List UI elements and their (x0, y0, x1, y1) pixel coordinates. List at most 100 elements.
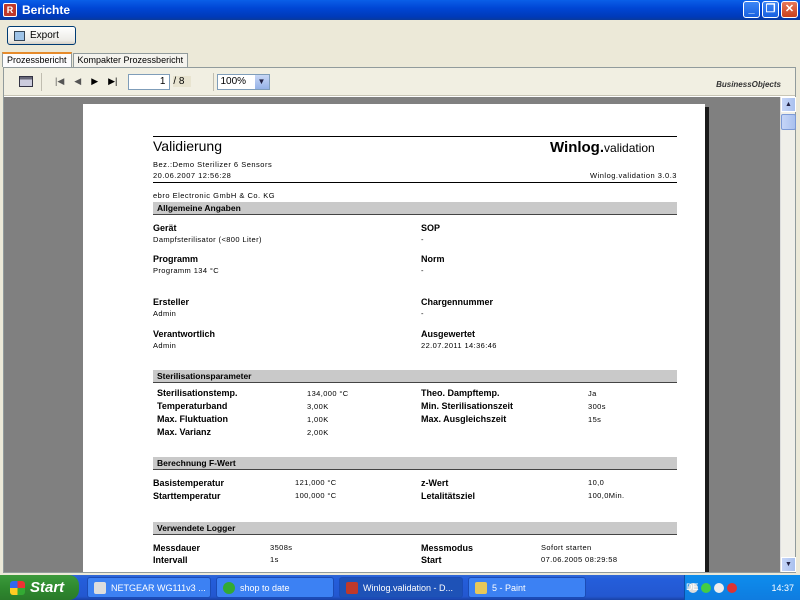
label-intervall: Intervall (153, 555, 188, 565)
report-version: Winlog.validation 3.0.3 (590, 171, 677, 180)
print-icon[interactable] (19, 76, 33, 87)
report-canvas[interactable]: Validierung Winlog.validation Bez.:Demo … (4, 97, 780, 572)
label-sop: SOP (421, 223, 441, 233)
scroll-down-icon[interactable]: ▼ (781, 557, 796, 572)
taskbar: Start NETGEAR WG111v3 ... shop to date W… (0, 575, 800, 600)
businessobjects-logo: BusinessObjects (716, 80, 781, 89)
first-page-icon[interactable]: |◀ (55, 76, 64, 87)
value-messdauer: 3508s (270, 543, 293, 552)
value-sterilisationstemp: 134,000 °C (307, 389, 349, 398)
taskbar-item-paint[interactable]: 5 - Paint (468, 577, 586, 598)
chevron-down-icon[interactable]: ▼ (254, 74, 269, 89)
value-norm: - (421, 266, 424, 275)
label-max-varianz: Max. Varianz (157, 427, 212, 437)
label-max-fluktuation: Max. Fluktuation (157, 414, 229, 424)
label-chargennummer: Chargennummer (421, 297, 494, 307)
value-chargennummer: - (421, 309, 424, 318)
label-geraet: Gerät (153, 223, 177, 233)
minimize-button[interactable]: _ (743, 1, 760, 18)
next-page-icon[interactable]: ▶ (91, 76, 98, 87)
report-page: Validierung Winlog.validation Bez.:Demo … (83, 104, 705, 572)
report-tabs: Prozessbericht Kompakter Prozessbericht (2, 52, 189, 67)
value-max-ausgleichszeit: 15s (588, 415, 602, 424)
system-tray: 14:37 (684, 575, 800, 600)
label-letalitaetsziel: Letalitätsziel (421, 491, 476, 501)
divider (153, 182, 677, 183)
section-sterilization: Sterilisationsparameter (153, 370, 677, 383)
export-label: Export (30, 30, 59, 41)
last-page-icon[interactable]: ▶| (108, 76, 117, 87)
task-label: NETGEAR WG111v3 ... (111, 582, 206, 593)
value-min-sterilisationszeit: 300s (588, 402, 606, 411)
export-button[interactable]: Export (7, 26, 76, 45)
label-messmodus: Messmodus (421, 543, 474, 553)
tab-kompakter-prozessbericht[interactable]: Kompakter Prozessbericht (72, 53, 189, 67)
value-ersteller: Admin (153, 309, 177, 318)
paint-icon (475, 581, 487, 594)
scroll-up-icon[interactable]: ▲ (781, 97, 796, 112)
task-label: shop to date (240, 582, 290, 593)
label-start: Start (421, 555, 442, 565)
viewer-toolbar: |◀ ◀ ▶ ▶| 1 / 8 100% ▼ BusinessObjects (4, 68, 795, 96)
speaker-icon[interactable] (714, 582, 724, 593)
label-programm: Programm (153, 254, 199, 264)
network-status-icon[interactable] (701, 582, 711, 593)
network-icon (94, 581, 106, 594)
taskbar-item-shop[interactable]: shop to date (216, 577, 334, 598)
label-ersteller: Ersteller (153, 297, 190, 307)
task-label: 5 - Paint (492, 582, 526, 593)
taskbar-item-winlog[interactable]: Winlog.validation - D... (339, 577, 463, 598)
divider (153, 136, 677, 137)
start-button[interactable]: Start (0, 575, 79, 600)
vertical-scrollbar[interactable]: ▲ ▼ (780, 97, 796, 572)
windows-flag-icon (10, 580, 25, 595)
security-icon[interactable] (727, 582, 737, 593)
maximize-button[interactable]: ❐ (762, 1, 779, 18)
value-ausgewertet: 22.07.2011 14:36:46 (421, 341, 497, 350)
report-datetime: 20.06.2007 12:56:28 (153, 171, 232, 180)
close-button[interactable]: ✕ (781, 1, 798, 18)
report-viewer: |◀ ◀ ▶ ▶| 1 / 8 100% ▼ BusinessObjects V… (3, 67, 796, 573)
value-start: 07.06.2005 08:29:58 (541, 555, 618, 564)
brand-logo: Winlog.validation (550, 139, 655, 156)
value-max-varianz: 2,00K (307, 428, 329, 437)
company-name: ebro Electronic GmbH & Co. KG (153, 191, 276, 200)
start-label: Start (30, 579, 65, 596)
value-verantwortlich: Admin (153, 341, 177, 350)
title-bar: R Berichte _ ❐ ✕ (0, 0, 800, 20)
page-total: / 8 (173, 76, 191, 87)
report-icon: R (3, 3, 17, 17)
value-max-fluktuation: 1,00K (307, 415, 329, 424)
task-label: Winlog.validation - D... (363, 582, 454, 593)
report-title: Validierung (153, 138, 223, 154)
label-verantwortlich: Verantwortlich (153, 329, 216, 339)
report-icon (346, 581, 358, 594)
zoom-value: 100% (220, 76, 247, 87)
label-temperaturband: Temperaturband (157, 401, 228, 411)
label-norm: Norm (421, 254, 445, 264)
value-messmodus: Sofort starten (541, 543, 592, 552)
taskbar-item-netgear[interactable]: NETGEAR WG111v3 ... (87, 577, 211, 598)
value-starttemperatur: 100,000 °C (295, 491, 337, 500)
label-starttemperatur: Starttemperatur (153, 491, 221, 501)
section-fvalue: Berechnung F-Wert (153, 457, 677, 470)
language-indicator[interactable]: DE (686, 582, 699, 592)
scroll-thumb[interactable] (781, 114, 796, 130)
label-sterilisationstemp: Sterilisationstemp. (157, 388, 238, 398)
tab-prozessbericht[interactable]: Prozessbericht (2, 52, 72, 67)
shop-icon (223, 581, 235, 594)
page-number-input[interactable]: 1 (128, 73, 171, 90)
label-z-wert: z-Wert (421, 478, 449, 488)
value-sop: - (421, 235, 424, 244)
label-basistemperatur: Basistemperatur (153, 478, 225, 488)
value-programm: Programm 134 °C (153, 266, 220, 275)
report-subtitle: Bez.:Demo Sterilizer 6 Sensors (153, 160, 273, 169)
section-general: Allgemeine Angaben (153, 202, 677, 215)
section-logger: Verwendete Logger (153, 522, 677, 535)
zoom-select[interactable]: 100% ▼ (216, 73, 270, 90)
clock[interactable]: 14:37 (771, 583, 794, 593)
value-geraet: Dampfsterilisator (<800 Liter) (153, 235, 262, 244)
toolbar-separator (41, 72, 42, 91)
prev-page-icon[interactable]: ◀ (74, 76, 81, 87)
label-theo-dampftemp: Theo. Dampftemp. (421, 388, 500, 398)
